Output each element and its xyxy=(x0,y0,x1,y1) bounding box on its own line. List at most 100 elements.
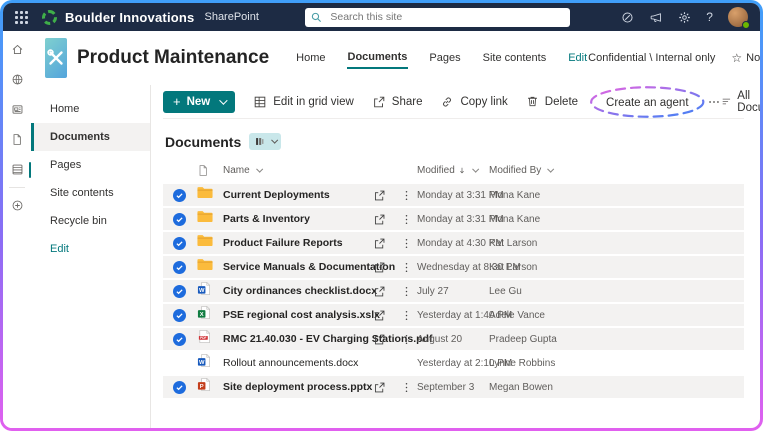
product-name[interactable]: SharePoint xyxy=(204,11,258,23)
row-share-icon[interactable] xyxy=(373,285,395,298)
table-row[interactable]: PDF RMC 21.40.030 - EV Charging Stations… xyxy=(163,328,744,350)
column-header-modified[interactable]: Modified xyxy=(417,165,489,176)
selected-check-icon[interactable] xyxy=(173,188,186,202)
row-more-icon[interactable] xyxy=(395,285,417,298)
avatar[interactable] xyxy=(727,7,750,29)
org-logo-icon[interactable] xyxy=(42,9,57,25)
folder-icon xyxy=(197,186,223,204)
column-header-modified-by[interactable]: Modified By xyxy=(489,165,744,176)
powerpoint-file-icon: P xyxy=(197,377,223,397)
new-button[interactable]: + New xyxy=(163,90,236,113)
rail-news-icon[interactable] xyxy=(3,103,31,116)
sidebar-item-recycle-bin[interactable]: Recycle bin xyxy=(31,207,150,235)
settings-gear-icon[interactable] xyxy=(678,11,691,24)
table-row[interactable]: Product Failure Reports Monday at 4:30 P… xyxy=(163,232,744,254)
row-share-icon[interactable] xyxy=(373,381,395,394)
rail-add-icon[interactable] xyxy=(3,199,31,212)
edit-grid-view-button[interactable]: Edit in grid view xyxy=(253,95,354,109)
link-icon xyxy=(443,97,452,106)
selected-check-icon[interactable] xyxy=(173,284,186,298)
table-row[interactable]: Service Manuals & Documentation Wednesda… xyxy=(163,256,744,278)
row-share-icon[interactable] xyxy=(373,309,395,322)
sidebar-item-site-contents[interactable]: Site contents xyxy=(31,179,150,207)
share-button[interactable]: Share xyxy=(372,95,422,109)
trash-icon xyxy=(527,96,537,107)
delete-button[interactable]: Delete xyxy=(526,95,578,108)
share-icon xyxy=(373,96,385,107)
svg-text:X: X xyxy=(200,312,204,318)
site-title[interactable]: Product Maintenance xyxy=(77,47,269,69)
create-agent-button[interactable]: Create an agent xyxy=(590,85,705,118)
view-options-icon xyxy=(722,98,730,105)
row-more-icon[interactable] xyxy=(395,261,417,274)
selected-check-icon[interactable] xyxy=(173,332,186,346)
sharepoint-window: Boulder Innovations SharePoint ? xyxy=(3,3,760,428)
row-more-icon[interactable] xyxy=(395,309,417,322)
sidebar-item-edit[interactable]: Edit xyxy=(31,235,150,263)
follow-button[interactable]: ☆ Not following xyxy=(731,51,760,65)
row-more-icon[interactable] xyxy=(395,381,417,394)
list-title: Documents xyxy=(165,133,242,150)
row-share-icon[interactable] xyxy=(373,333,395,346)
megaphone-icon[interactable] xyxy=(649,11,663,24)
row-more-icon[interactable] xyxy=(395,333,417,346)
suite-topbar: Boulder Innovations SharePoint ? xyxy=(3,3,760,31)
site-nav-documents[interactable]: Documents xyxy=(346,47,409,69)
site-nav: Home Documents Pages Site contents Edit xyxy=(295,47,588,69)
table-row[interactable]: X PSE regional cost analysis.xslx Yester… xyxy=(163,304,744,326)
pdf-file-icon: PDF xyxy=(197,329,223,349)
table-header-row: Name Modified Modified By xyxy=(163,160,744,180)
copilot-icon[interactable] xyxy=(621,11,634,24)
table-row[interactable]: Current Deployments Monday at 3:31 PM Mo… xyxy=(163,184,744,206)
row-share-icon[interactable] xyxy=(373,189,395,202)
view-selector[interactable]: All Documents xyxy=(721,90,760,114)
copy-link-button[interactable]: Copy link xyxy=(440,95,508,109)
file-type-column-icon[interactable] xyxy=(197,164,223,177)
site-nav-home[interactable]: Home xyxy=(295,48,326,68)
folder-icon xyxy=(197,258,223,276)
svg-text:PDF: PDF xyxy=(200,336,206,340)
sidebar-item-home[interactable]: Home xyxy=(31,95,150,123)
table-row[interactable]: Parts & Inventory Monday at 3:31 PM Mona… xyxy=(163,208,744,230)
app-launcher-icon[interactable] xyxy=(15,10,28,24)
rail-home-icon[interactable] xyxy=(3,43,31,56)
rail-globe-icon[interactable] xyxy=(3,73,31,86)
sidebar-item-pages[interactable]: Pages xyxy=(31,151,150,179)
site-nav-edit[interactable]: Edit xyxy=(567,48,588,68)
sensitivity-label[interactable]: Confidential \ Internal only xyxy=(588,52,715,64)
row-share-icon[interactable] xyxy=(373,213,395,226)
column-header-name[interactable]: Name xyxy=(223,165,373,176)
table-row[interactable]: P Site deployment process.pptx September… xyxy=(163,376,744,398)
search-input[interactable] xyxy=(328,10,565,24)
help-icon[interactable]: ? xyxy=(706,10,713,24)
org-name[interactable]: Boulder Innovations xyxy=(65,10,194,25)
site-search[interactable] xyxy=(305,7,571,27)
folder-icon xyxy=(197,210,223,228)
selected-check-icon[interactable] xyxy=(173,308,186,322)
rail-document-icon[interactable] xyxy=(3,133,31,146)
chevron-down-icon xyxy=(547,165,555,172)
site-nav-pages[interactable]: Pages xyxy=(428,48,461,68)
selected-check-icon[interactable] xyxy=(173,380,186,394)
selected-check-icon[interactable] xyxy=(173,260,186,274)
selected-check-icon[interactable] xyxy=(173,212,186,226)
word-file-icon: W xyxy=(197,281,223,301)
rail-library-icon[interactable] xyxy=(3,162,31,178)
row-share-icon[interactable] xyxy=(373,261,395,274)
app-rail xyxy=(3,31,31,428)
table-row[interactable]: W City ordinances checklist.docx July 27… xyxy=(163,280,744,302)
excel-file-icon: X xyxy=(197,305,223,325)
presence-badge-icon xyxy=(741,21,750,29)
columns-icon xyxy=(256,138,264,145)
more-commands-icon[interactable] xyxy=(707,95,721,109)
table-row[interactable]: W Rollout announcements.docx Yesterday a… xyxy=(163,352,744,374)
row-share-icon[interactable] xyxy=(373,237,395,250)
site-logo-icon[interactable] xyxy=(45,38,67,78)
selected-check-icon[interactable] xyxy=(173,236,186,250)
view-pill[interactable] xyxy=(249,133,281,150)
sidebar-item-documents[interactable]: Documents xyxy=(31,123,150,151)
row-more-icon[interactable] xyxy=(395,237,417,250)
site-nav-site-contents[interactable]: Site contents xyxy=(482,48,548,68)
row-more-icon[interactable] xyxy=(395,213,417,226)
row-more-icon[interactable] xyxy=(395,189,417,202)
